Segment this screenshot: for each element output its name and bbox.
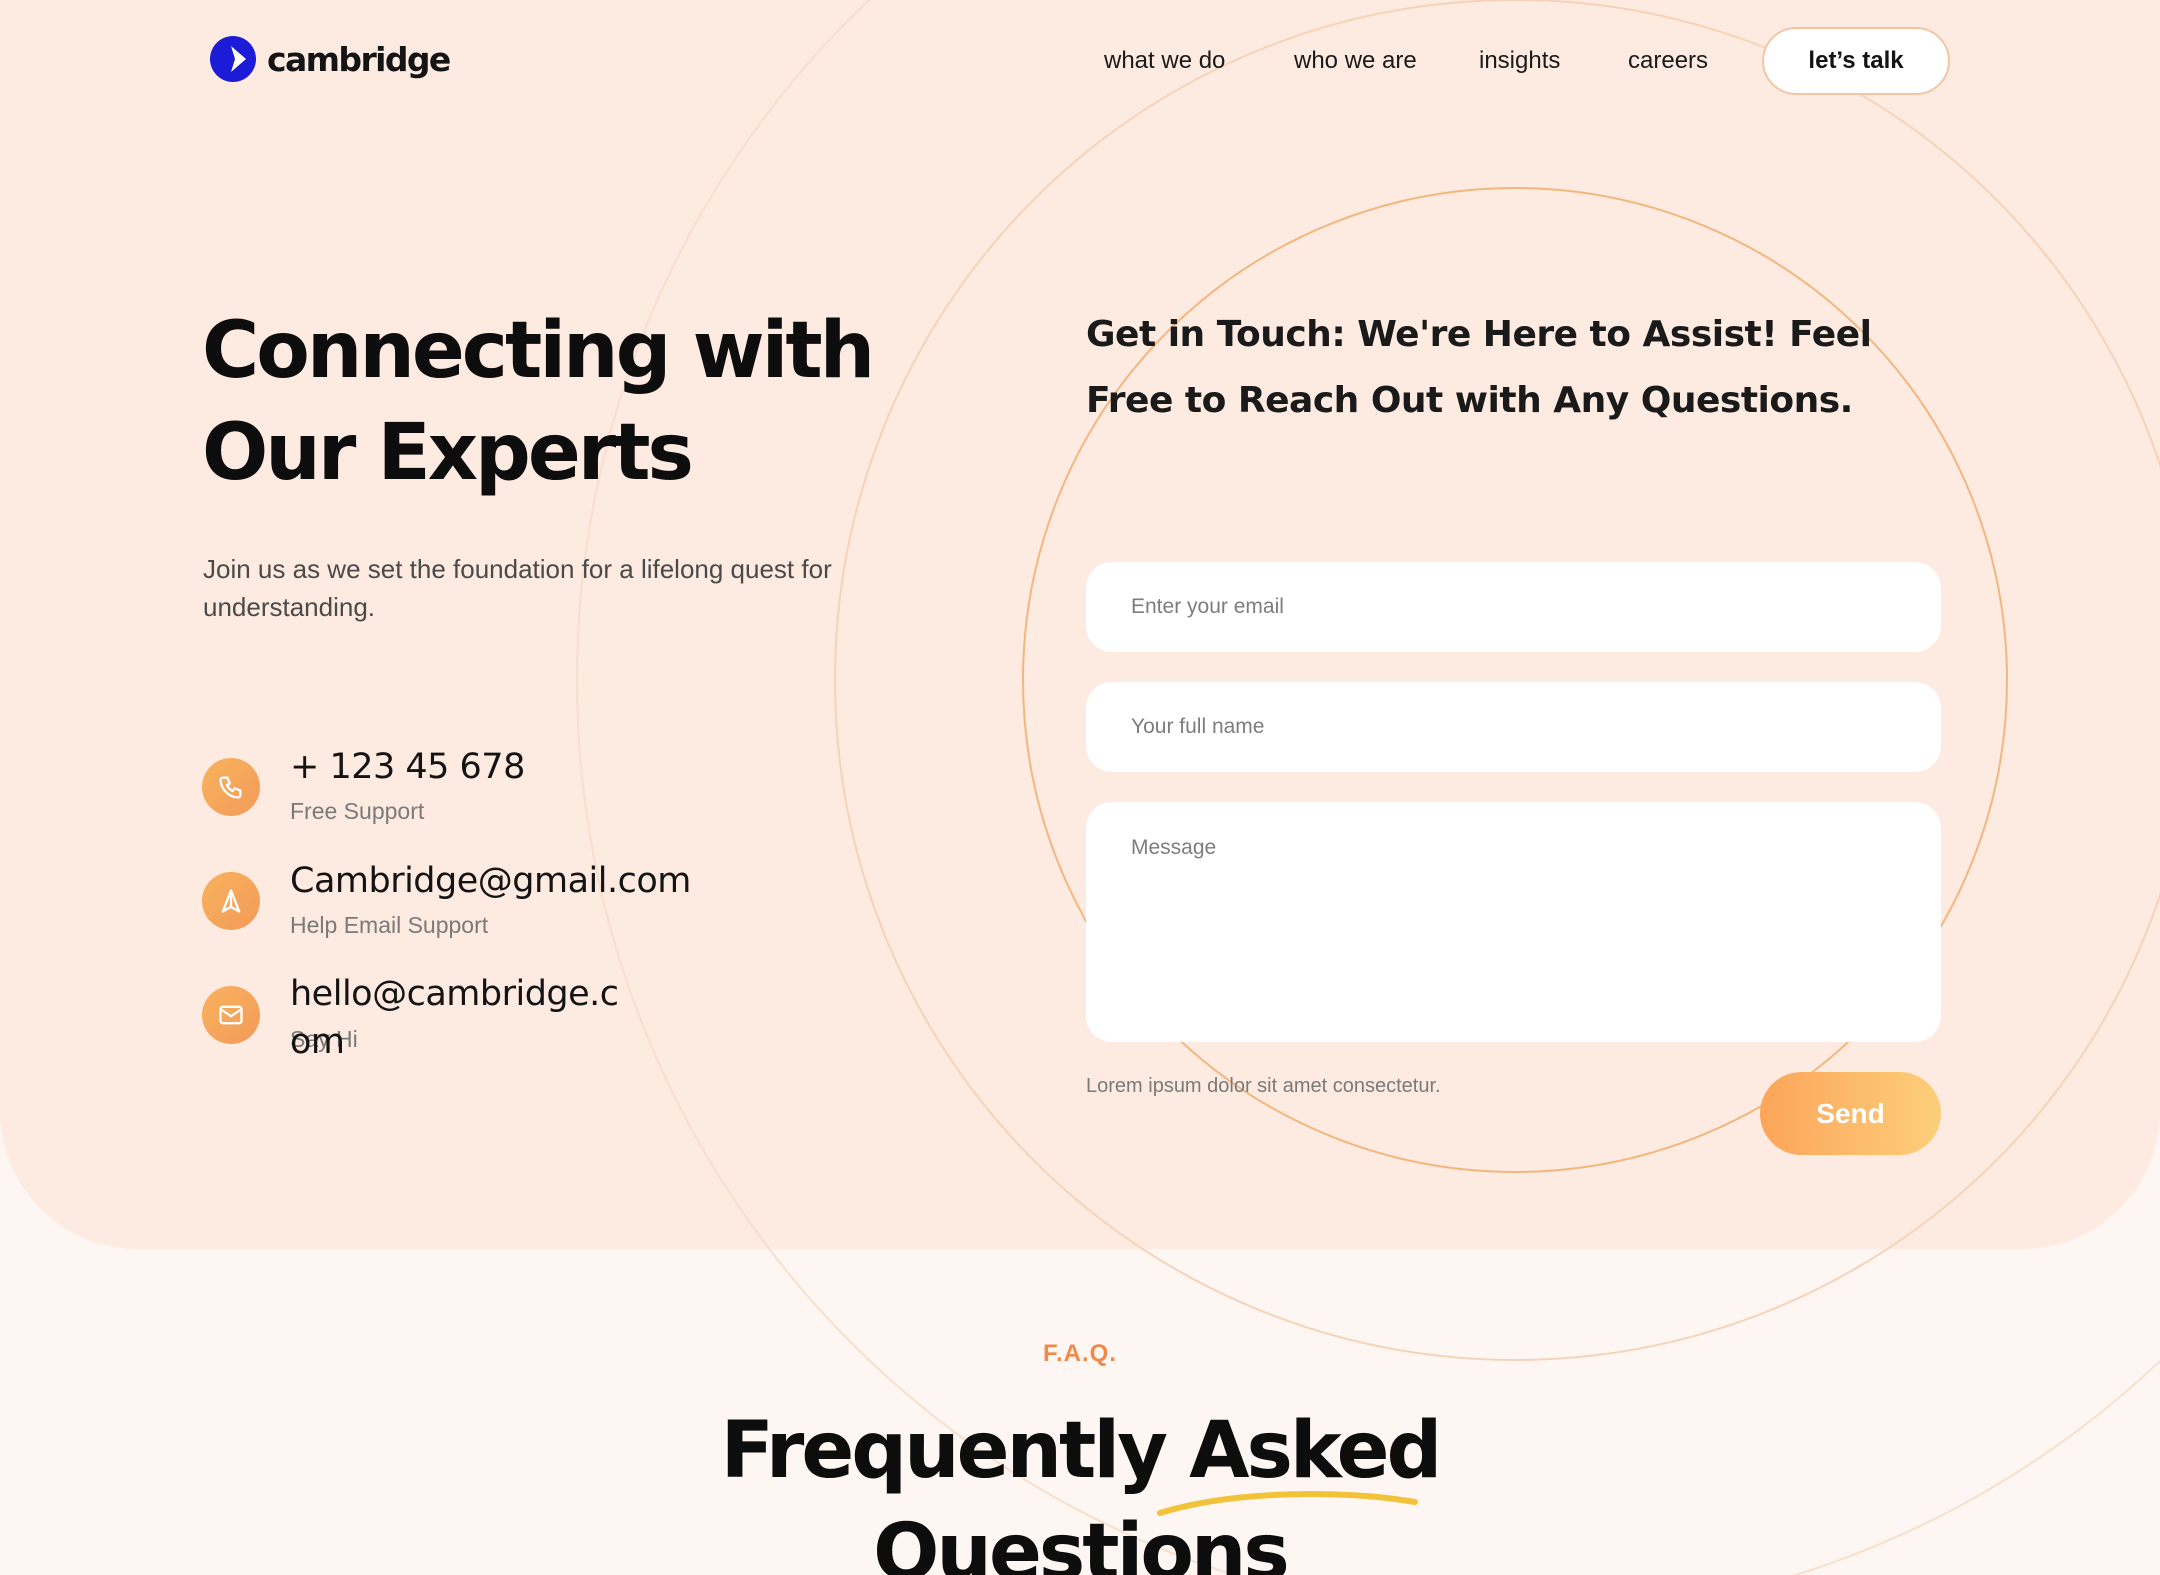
underline-decoration [1157, 1491, 1418, 1516]
faq-tag: F.A.Q. [1042, 1340, 1117, 1367]
contact-page: cambridge what we do who we are insights… [0, 0, 2160, 1575]
hero-title: Connecting with Our Experts [202, 300, 962, 504]
contact-email-label: Help Email Support [290, 912, 489, 938]
nav-item-what-we-do[interactable]: what we do [1104, 47, 1225, 75]
hero-subtitle: Join us as we set the foundation for a l… [203, 554, 832, 622]
contact-phone-label: Free Support [290, 798, 425, 824]
form-heading: Get in Touch: We're Here to Assist! Feel… [1086, 314, 1872, 421]
phone-icon [202, 758, 260, 816]
nav-item-careers[interactable]: careers [1628, 47, 1708, 75]
hero-title-line1: Connecting with [202, 306, 875, 396]
contact-hello-value[interactable]: hello@cambridge.com [290, 970, 620, 1066]
nav-item-who-we-are[interactable]: who we are [1294, 47, 1417, 75]
form-note: Lorem ipsum dolor sit amet consectetur. [1086, 1075, 1441, 1097]
send-button[interactable]: Send [1760, 1072, 1941, 1155]
faq-title-line1: Frequently Asked [720, 1406, 1443, 1496]
email-field[interactable] [1086, 562, 1941, 652]
faq-title-line2: Questions [873, 1508, 1290, 1575]
nav-item-insights[interactable]: insights [1479, 47, 1560, 75]
full-name-field[interactable] [1086, 682, 1941, 772]
hero-title-line2: Our Experts [202, 408, 694, 498]
brand-name: cambridge [267, 39, 451, 79]
contact-email-value[interactable]: Cambridge@gmail.com [290, 861, 691, 901]
message-field[interactable] [1086, 802, 1941, 1042]
lets-talk-button[interactable]: let’s talk [1762, 27, 1950, 95]
brand-logo[interactable]: cambridge [209, 35, 451, 83]
navigation-icon [202, 872, 260, 930]
contact-phone-value[interactable]: + 123 45 678 [290, 747, 525, 787]
mail-icon [202, 986, 260, 1044]
faq-title: Frequently Asked Questions [0, 1400, 2160, 1575]
logo-mark-icon [210, 36, 256, 82]
